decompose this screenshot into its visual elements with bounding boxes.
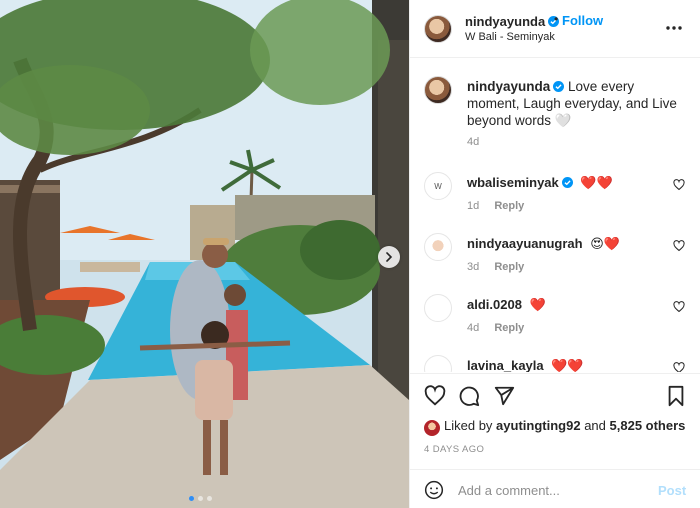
carousel-dot — [207, 496, 212, 501]
post-actions: Liked by ayutingting92 and 5,825 others … — [410, 373, 700, 508]
post-header: nindyayunda • Follow W Bali - Seminyak — [410, 0, 700, 58]
comment-avatar[interactable] — [424, 233, 452, 261]
heart-icon[interactable] — [424, 385, 446, 407]
carousel-dots — [189, 496, 212, 501]
header-separator: • — [554, 12, 559, 26]
comment-text: ❤️❤️ — [580, 175, 613, 190]
like-comment-heart-icon[interactable] — [673, 240, 685, 252]
comment-text: ❤️ — [529, 297, 546, 312]
post-side-panel: nindyayunda • Follow W Bali - Seminyak n… — [409, 0, 700, 508]
comment-username[interactable]: aldi.0208 — [467, 297, 522, 312]
comment-body: nindyaayuanugrah 😍❤️ — [467, 236, 620, 252]
comment-body: lavina_kayla ❤️❤️ — [467, 358, 584, 372]
liked-by-user[interactable]: ayutingting92 — [496, 418, 581, 433]
author-username[interactable]: nindyayunda — [465, 14, 560, 29]
caption-username[interactable]: nindyayunda — [467, 79, 550, 94]
comment-age: 3d — [467, 261, 480, 273]
comment-meta: 4d Reply — [467, 322, 524, 334]
comment-meta: 3d Reply — [467, 261, 524, 273]
verified-icon — [561, 177, 573, 188]
comment-text: ❤️❤️ — [551, 358, 584, 372]
comment-item: W wbaliseminyak ❤️❤️ 1d Reply — [410, 172, 700, 222]
post-location[interactable]: W Bali - Seminyak — [465, 31, 555, 43]
author-avatar[interactable] — [424, 15, 452, 43]
caption-avatar[interactable] — [424, 76, 452, 104]
likes-count[interactable]: 5,825 others — [610, 418, 686, 433]
caption-text: nindyayunda Love every moment, Laugh eve… — [467, 78, 689, 129]
comment-item: aldi.0208 ❤️ 4d Reply — [410, 294, 700, 344]
liked-by-text: Liked by ayutingting92 and 5,825 others — [444, 418, 686, 433]
comment-avatar[interactable] — [424, 355, 452, 372]
carousel-dot — [198, 496, 203, 501]
share-icon[interactable] — [493, 385, 515, 407]
comment-item: nindyaayuanugrah 😍❤️ 3d Reply — [410, 233, 700, 283]
add-comment-bar: Post — [410, 469, 700, 508]
post-comment-button[interactable]: Post — [658, 483, 686, 498]
next-slide-button[interactable] — [378, 246, 400, 268]
comment-avatar[interactable] — [424, 294, 452, 322]
chevron-right-icon — [386, 252, 393, 262]
comment-username[interactable]: nindyaayuanugrah — [467, 236, 583, 251]
reply-button[interactable]: Reply — [494, 200, 524, 212]
add-comment-input[interactable] — [458, 479, 648, 501]
like-comment-heart-icon[interactable] — [673, 179, 685, 191]
bookmark-icon[interactable] — [665, 385, 687, 407]
comment-text: 😍❤️ — [590, 236, 620, 251]
comment-item: lavina_kayla ❤️❤️ — [410, 355, 700, 372]
comment-username[interactable]: wbaliseminyak — [467, 175, 573, 190]
comment-avatar[interactable]: W — [424, 172, 452, 200]
comment-meta: 1d Reply — [467, 200, 524, 212]
comment-body: wbaliseminyak ❤️❤️ — [467, 175, 613, 191]
reply-button[interactable]: Reply — [494, 261, 524, 273]
comment-username[interactable]: lavina_kayla — [467, 358, 544, 372]
photo-scene — [0, 0, 409, 508]
like-comment-heart-icon[interactable] — [673, 301, 685, 313]
comments-list[interactable]: nindyayunda Love every moment, Laugh eve… — [410, 59, 700, 372]
follow-button[interactable]: Follow — [562, 13, 603, 28]
emoji-icon[interactable] — [424, 480, 444, 500]
liked-by-avatar[interactable] — [424, 420, 440, 436]
carousel-dot-active — [189, 496, 194, 501]
post-photo[interactable] — [0, 0, 409, 508]
like-comment-heart-icon[interactable] — [673, 362, 685, 372]
post-timestamp[interactable]: 4 DAYS AGO — [424, 444, 484, 455]
caption-age: 4d — [467, 136, 480, 148]
comment-age: 4d — [467, 322, 480, 334]
reply-button[interactable]: Reply — [494, 322, 524, 334]
comment-icon[interactable] — [458, 385, 480, 407]
comment-body: aldi.0208 ❤️ — [467, 297, 546, 313]
verified-icon — [553, 81, 565, 92]
more-icon[interactable] — [664, 20, 684, 36]
comment-age: 1d — [467, 200, 480, 212]
